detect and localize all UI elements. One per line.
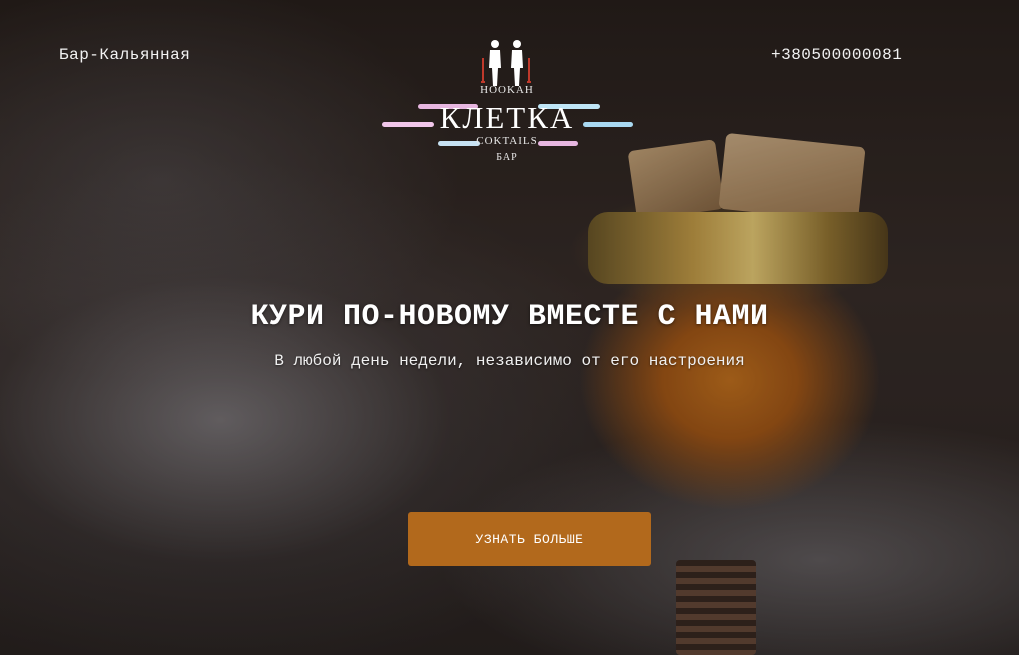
- logo-bottom-text: БАР: [496, 152, 518, 163]
- logo-main-text: КЛЕТКА: [439, 100, 575, 135]
- phone-number[interactable]: +380500000081: [771, 46, 902, 64]
- hero-subheadline: В любой день недели, независимо от его н…: [274, 352, 745, 370]
- hookah-figures-icon: [481, 40, 531, 86]
- hero-section: Бар-Кальянная HOOKAH КЛЕТКА COKTAILS БАР…: [0, 0, 1019, 655]
- learn-more-button[interactable]: УЗНАТЬ БОЛЬШЕ: [408, 512, 651, 566]
- venue-type-label: Бар-Кальянная: [59, 46, 191, 64]
- hero-headline: КУРИ ПО-НОВОМУ ВМЕСТЕ С НАМИ: [250, 300, 769, 334]
- logo-sub-text: COKTAILS: [476, 135, 538, 147]
- logo-top-text: HOOKAH: [480, 84, 534, 96]
- site-logo[interactable]: HOOKAH КЛЕТКА COKTAILS БАР: [378, 38, 636, 168]
